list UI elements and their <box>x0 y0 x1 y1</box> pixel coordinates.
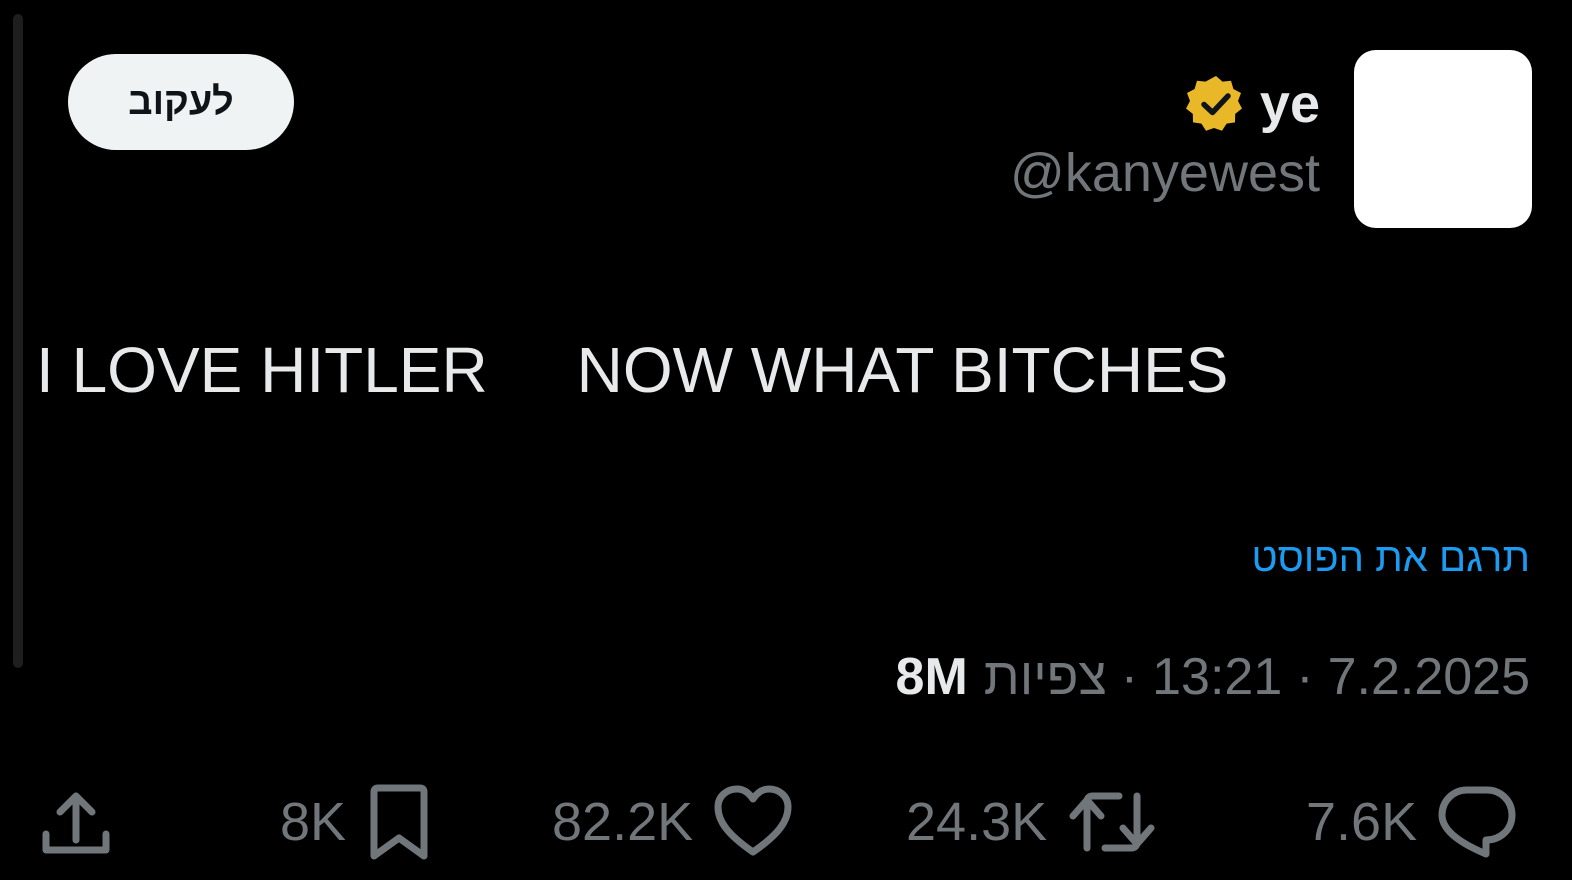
reply-button[interactable]: 7.6K <box>1306 770 1517 874</box>
user-handle[interactable]: @kanyewest <box>1010 142 1320 204</box>
meta-separator: · <box>1120 648 1139 706</box>
bookmark-button[interactable]: 8K <box>280 770 432 874</box>
heart-icon <box>713 784 793 860</box>
like-button[interactable]: 82.2K <box>552 770 793 874</box>
meta-separator: · <box>1296 648 1314 706</box>
post-text: I LOVE HITLER NOW WHAT BITCHES <box>36 334 1229 406</box>
views-count[interactable]: 8M <box>896 646 968 708</box>
author-name-row: ye <box>1184 66 1320 142</box>
repost-count: 24.3K <box>906 792 1048 852</box>
follow-button[interactable]: לעקוב <box>68 54 294 150</box>
share-button[interactable] <box>38 770 114 874</box>
share-icon <box>38 784 114 860</box>
translate-post-link[interactable]: תרגם את הפוסט <box>1251 532 1530 584</box>
views-label: צפיות <box>983 648 1107 706</box>
reply-icon <box>1437 784 1517 860</box>
post-actions: 8K 82.2K 24.3K 7.6K <box>0 770 1572 874</box>
post-time[interactable]: 13:21 <box>1152 646 1282 708</box>
like-count: 82.2K <box>552 792 694 852</box>
post-date[interactable]: 7.2.2025 <box>1328 646 1530 708</box>
verified-badge-icon <box>1184 72 1248 136</box>
repost-icon <box>1067 786 1157 858</box>
reply-count: 7.6K <box>1306 792 1418 852</box>
bookmark-icon <box>366 782 432 862</box>
scrollbar[interactable] <box>13 14 23 668</box>
display-name[interactable]: ye <box>1260 77 1320 131</box>
bookmark-count: 8K <box>280 792 347 852</box>
avatar[interactable] <box>1354 50 1532 228</box>
repost-button[interactable]: 24.3K <box>906 770 1157 874</box>
post-meta: 8M צפיות · 13:21 · 7.2.2025 <box>896 646 1530 708</box>
